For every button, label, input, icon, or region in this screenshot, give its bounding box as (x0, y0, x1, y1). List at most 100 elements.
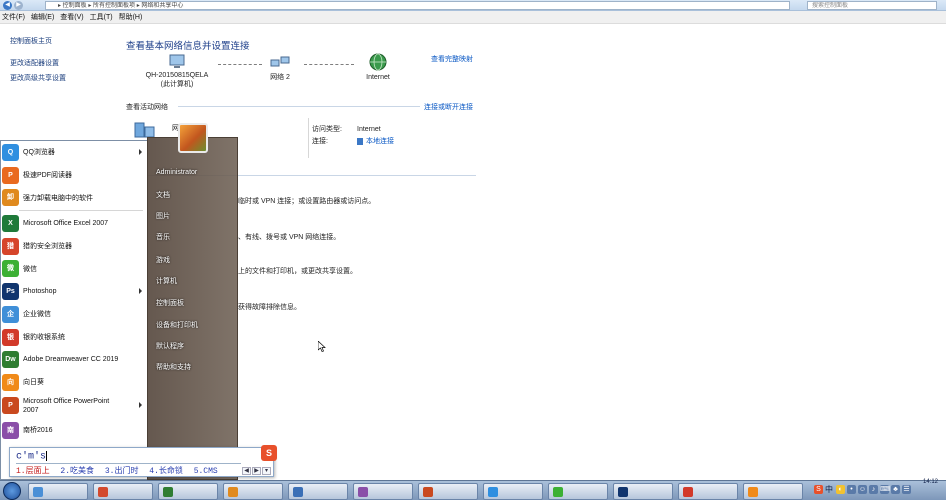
start-program-item[interactable]: 银银豹收银系统 (1, 326, 147, 349)
start-program-item[interactable]: Ps Photoshop (1, 280, 147, 303)
start-program-item[interactable]: 向向日葵 (1, 371, 147, 394)
start-item-music[interactable]: 音乐 (156, 232, 170, 242)
start-program-label: 强力卸载电脑中的软件 (23, 194, 93, 202)
start-program-item[interactable]: Dw Adobe Dreamweaver CC 2019 (1, 348, 147, 371)
pdf-reader-icon: P (2, 166, 19, 184)
taskbar-app-button[interactable] (158, 483, 218, 500)
start-item-documents[interactable]: 文档 (156, 190, 170, 200)
sunflower-icon: 向 (2, 373, 19, 391)
network-node-internet: Internet (358, 52, 398, 81)
start-item-pictures[interactable]: 图片 (156, 211, 170, 221)
app-icon (488, 487, 498, 497)
ime-candidate[interactable]: 5.CMS (194, 467, 218, 476)
start-program-item[interactable]: P Microsoft Office PowerPoint 2007 (1, 394, 147, 419)
ime-candidate[interactable]: 4.长命锁 (149, 467, 183, 476)
skin-icon[interactable]: ♣ (891, 484, 900, 494)
system-tray: S 中 ◐ • ☺ ♪ ⌨ ♣ ☰ 14:12 (812, 478, 946, 500)
clock[interactable]: 14:12 (923, 479, 938, 485)
taskbar-app-button[interactable] (613, 483, 673, 500)
keyboard-icon[interactable]: ⌨ (880, 484, 890, 494)
start-menu-places (147, 137, 238, 480)
taskbar-app-button[interactable] (28, 483, 88, 500)
start-program-label: Microsoft Office PowerPoint 2007 (23, 398, 110, 415)
photoshop-icon: Ps (2, 283, 19, 301)
emoji-icon[interactable]: ☺ (858, 484, 867, 494)
view-full-map-link[interactable]: 查看完整映射 (431, 54, 473, 64)
forward-arrow-icon[interactable]: ▶ (14, 1, 23, 10)
start-item-games[interactable]: 游戏 (156, 255, 170, 265)
start-program-item[interactable]: P 极速PDF阅读器 (1, 164, 147, 187)
menu-help[interactable]: 帮助(H) (119, 11, 149, 23)
start-program-label: Photoshop (23, 287, 57, 295)
ime-candidate[interactable]: 2.吃美食 (60, 467, 94, 476)
start-program-item[interactable]: 微微信 (1, 257, 147, 280)
taskbar-app-button[interactable] (288, 483, 348, 500)
start-program-item[interactable]: 企企业微信 (1, 303, 147, 326)
sogou-ime-icon[interactable]: S (814, 484, 823, 494)
address-bar[interactable]: ▸ 控制面板 ▸ 所有控制面板项 ▸ 网络和共享中心 (45, 1, 790, 10)
start-program-item[interactable]: Q QQ浏览器 (1, 141, 147, 164)
submenu-arrow-icon (139, 149, 142, 155)
app-icon (618, 487, 628, 497)
wechat-icon: 微 (2, 260, 19, 278)
start-item-computer[interactable]: 计算机 (156, 276, 177, 286)
submenu-arrow-icon (139, 401, 142, 408)
sidebar-adapter-settings-link[interactable]: 更改适配器设置 (10, 56, 120, 71)
ime-prev-page-icon[interactable]: ◀ (242, 467, 251, 475)
input-language[interactable]: 中 (825, 484, 833, 495)
sidebar-home-link[interactable]: 控制面板主页 (10, 34, 120, 49)
taskbar-app-button[interactable] (353, 483, 413, 500)
taskbar-app-button[interactable] (483, 483, 543, 500)
start-item-default-programs[interactable]: 默认程序 (156, 341, 184, 351)
microphone-icon[interactable]: ♪ (869, 484, 878, 494)
ime-composition[interactable]: c'm's (16, 451, 241, 464)
taskbar-app-button[interactable] (548, 483, 608, 500)
ime-candidate[interactable]: 3.出门时 (105, 467, 139, 476)
taskbar-app-button[interactable] (418, 483, 478, 500)
connect-disconnect-link[interactable]: 连接或断开连接 (424, 102, 473, 112)
start-item-devices-printers[interactable]: 设备和打印机 (156, 320, 198, 330)
ime-menu-icon[interactable]: ▾ (262, 467, 271, 475)
start-program-item[interactable]: 猎猎豹安全浏览器 (1, 235, 147, 258)
back-arrow-icon[interactable]: ◀ (3, 1, 12, 10)
network-icon (270, 56, 290, 67)
start-program-item[interactable]: X Microsoft Office Excel 2007 (1, 212, 147, 235)
start-menu-programs: Q QQ浏览器 P 极速PDF阅读器卸强力卸载电脑中的软件 X Microsoft Off… (0, 140, 147, 480)
menu-view[interactable]: 查看(V) (60, 11, 89, 23)
divider (178, 106, 420, 107)
taskbar-app-button[interactable] (743, 483, 803, 500)
menu-edit[interactable]: 编辑(E) (31, 11, 60, 23)
text-caret (46, 451, 48, 461)
moon-icon[interactable]: ◐ (836, 484, 845, 494)
start-program-label: 南桥2016 (23, 426, 53, 434)
start-orb-icon[interactable] (3, 482, 21, 500)
menu-tools[interactable]: 工具(T) (90, 11, 119, 23)
taskbar-app-button[interactable] (223, 483, 283, 500)
start-program-item[interactable]: 卸强力卸载电脑中的软件 (1, 186, 147, 209)
app-icon (228, 487, 238, 497)
ime-candidate-window: c'm's 1.层面上 2.吃美食 3.出门时 4.长命锁 5.CMS ◀ ▶ … (9, 445, 277, 477)
task-desc-3: 上的文件和打印机，或更改共享设置。 (238, 268, 357, 275)
search-input[interactable]: 搜索控制面板 (807, 1, 937, 10)
local-connection-link[interactable]: 本地连接 (357, 136, 394, 148)
start-item-control-panel[interactable]: 控制面板 (156, 298, 184, 308)
start-item-user[interactable]: Administrator (156, 169, 197, 176)
punctuation-icon[interactable]: • (847, 484, 856, 494)
start-item-help-support[interactable]: 帮助和支持 (156, 362, 191, 372)
task-desc-4: 获得故障排除信息。 (238, 304, 301, 311)
taskbar-app-button[interactable] (678, 483, 738, 500)
app-icon (748, 487, 758, 497)
menu-file[interactable]: 文件(F) (2, 11, 31, 23)
sidebar-advanced-sharing-link[interactable]: 更改高级共享设置 (10, 71, 120, 86)
ime-next-page-icon[interactable]: ▶ (252, 467, 261, 475)
taskbar-app-button[interactable] (93, 483, 153, 500)
tools-icon[interactable]: ☰ (902, 484, 911, 494)
uninstall-icon: 卸 (2, 189, 19, 207)
ime-candidate[interactable]: 1.层面上 (16, 467, 50, 476)
user-avatar[interactable] (178, 123, 208, 153)
sidebar: 控制面板主页 更改适配器设置 更改高级共享设置 (0, 24, 120, 139)
task-desc-1: 临时或 VPN 连接；或设置路由器或访问点。 (238, 198, 376, 205)
app-icon (553, 487, 563, 497)
mouse-cursor-icon (318, 341, 326, 352)
start-program-item[interactable]: 南南桥2016 (1, 419, 147, 442)
